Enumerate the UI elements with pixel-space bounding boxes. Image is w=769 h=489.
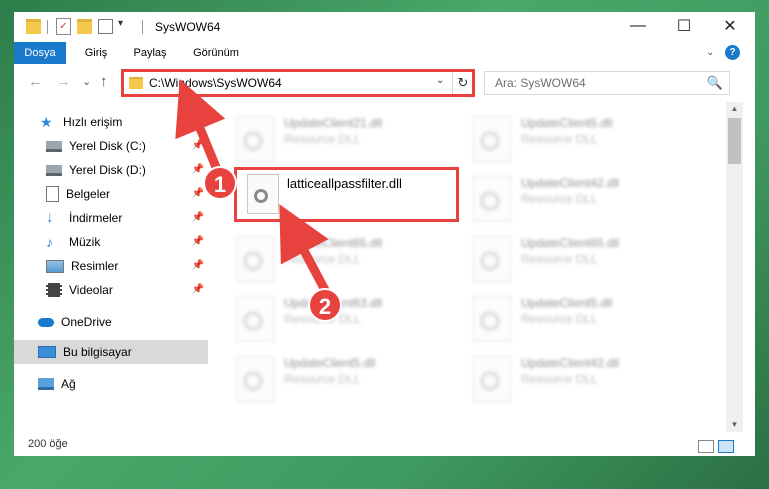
arrow-to-file <box>279 204 330 295</box>
annotation-arrows <box>175 79 330 295</box>
arrow-to-address-bar <box>175 79 226 177</box>
step-2-badge: 2 <box>308 288 342 322</box>
step-1-badge: 1 <box>203 166 237 200</box>
